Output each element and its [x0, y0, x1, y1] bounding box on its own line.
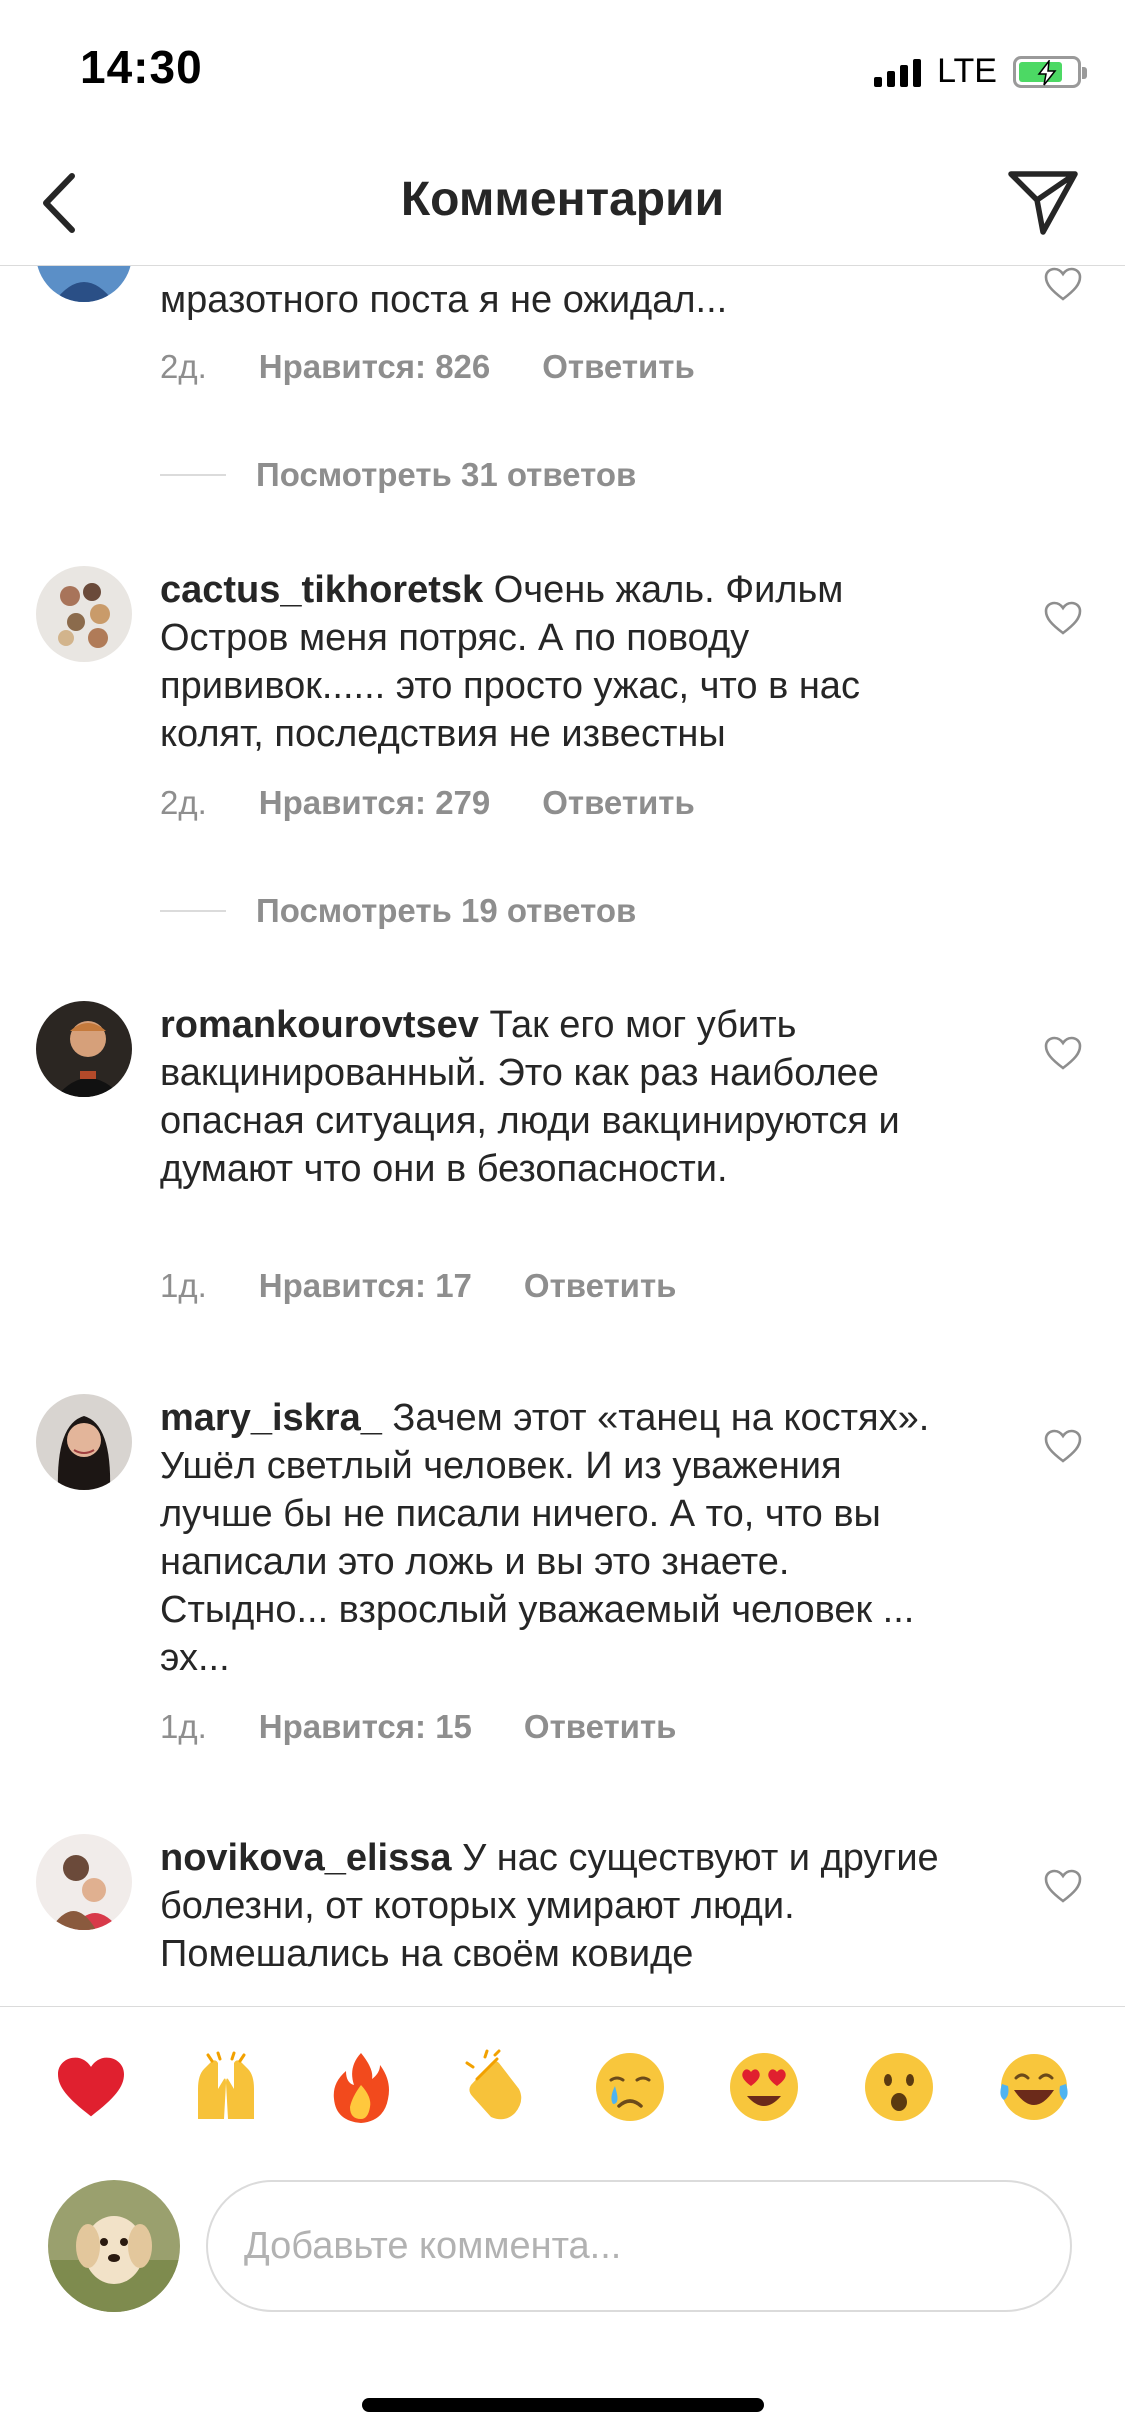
comment-composer [0, 2166, 1125, 2336]
share-button[interactable] [1005, 164, 1081, 240]
signal-icon [874, 57, 922, 87]
emoji-raised-hands-button[interactable] [186, 2047, 266, 2127]
emoji-crying-button[interactable] [590, 2047, 670, 2127]
emoji-bar [0, 2006, 1125, 2166]
heart-icon[interactable] [1043, 1428, 1083, 1464]
paper-plane-icon [1008, 171, 1078, 235]
status-bar: 14:30 LTE [0, 0, 1125, 140]
comment-body: Зачем этот «танец на костях». Ушёл светл… [160, 1397, 930, 1679]
comment-likes[interactable]: Нравится: 15 [259, 1708, 472, 1746]
status-time: 14:30 [80, 41, 203, 93]
avatar[interactable] [36, 266, 132, 302]
emoji-heart-eyes-button[interactable] [724, 2047, 804, 2127]
emoji-clap-button[interactable] [455, 2047, 535, 2127]
comment-meta: 1д. Нравится: 15 Ответить [160, 1708, 728, 1746]
comment-meta: 2д. Нравится: 279 Ответить [160, 784, 747, 822]
comment-time: 1д. [160, 1267, 207, 1304]
comment-time: 2д. [160, 784, 207, 821]
reply-button[interactable]: Ответить [524, 1267, 677, 1305]
view-replies-button[interactable]: Посмотреть 19 ответов [160, 892, 636, 930]
comment-username[interactable]: cactus_tikhoretsk [160, 569, 483, 611]
clapping-hands-icon [465, 2049, 522, 2119]
comment-likes[interactable]: Нравится: 279 [259, 784, 490, 822]
comment-time: 1д. [160, 1708, 207, 1745]
tears-of-joy-icon [1000, 2053, 1068, 2120]
comment-username[interactable]: mary_iskra_ [160, 1397, 382, 1439]
avatar[interactable] [36, 1834, 132, 1930]
avatar[interactable] [36, 1394, 132, 1490]
reply-button[interactable]: Ответить [542, 348, 695, 386]
avatar[interactable] [36, 1001, 132, 1097]
comment-meta: 1д. Нравится: 17 Ответить [160, 1267, 728, 1305]
comment-likes[interactable]: Нравится: 826 [259, 348, 490, 386]
heart-icon[interactable] [1043, 1035, 1083, 1071]
raised-hands-icon [197, 2051, 254, 2119]
emoji-heart-button[interactable] [51, 2047, 131, 2127]
network-type: LTE [937, 52, 997, 90]
home-indicator[interactable] [362, 2398, 764, 2412]
page-title: Комментарии [400, 173, 725, 226]
comment-body: мразотного поста я не ожидал... [160, 279, 728, 321]
emoji-fire-button[interactable] [321, 2047, 401, 2127]
comment-meta: 2д. Нравится: 826 Ответить [160, 348, 747, 386]
view-replies-label: Посмотреть 19 ответов [256, 892, 637, 929]
nav-header: Комментарии [0, 140, 1125, 266]
comment-username[interactable]: romankourovtsev [160, 1004, 479, 1046]
heart-icon[interactable] [1043, 266, 1083, 302]
current-user-avatar [48, 2180, 180, 2312]
crying-face-icon [595, 2052, 664, 2121]
comment-username[interactable]: novikova_elissa [160, 1837, 452, 1879]
heart-eyes-icon [730, 2052, 799, 2121]
emoji-surprised-button[interactable] [859, 2047, 939, 2127]
red-heart-icon [58, 2057, 125, 2116]
reply-button[interactable]: Ответить [542, 784, 695, 822]
reply-button[interactable]: Ответить [524, 1708, 677, 1746]
comment-time: 2д. [160, 348, 207, 385]
surprised-face-icon [865, 2052, 934, 2121]
avatar[interactable] [36, 566, 132, 662]
heart-icon[interactable] [1043, 600, 1083, 636]
view-replies-button[interactable]: Посмотреть 31 ответов [160, 456, 636, 494]
comments-list[interactable]: мразотного поста я не ожидал... 2д. Нрав… [0, 266, 1125, 2006]
comment-likes[interactable]: Нравится: 17 [259, 1267, 472, 1305]
emoji-laughing-button[interactable] [994, 2047, 1074, 2127]
heart-icon[interactable] [1043, 1868, 1083, 1904]
comment-input[interactable] [206, 2180, 1072, 2312]
view-replies-label: Посмотреть 31 ответов [256, 456, 637, 493]
status-indicators: LTE [874, 52, 1087, 91]
battery-icon [1013, 55, 1087, 88]
fire-icon [333, 2052, 389, 2123]
